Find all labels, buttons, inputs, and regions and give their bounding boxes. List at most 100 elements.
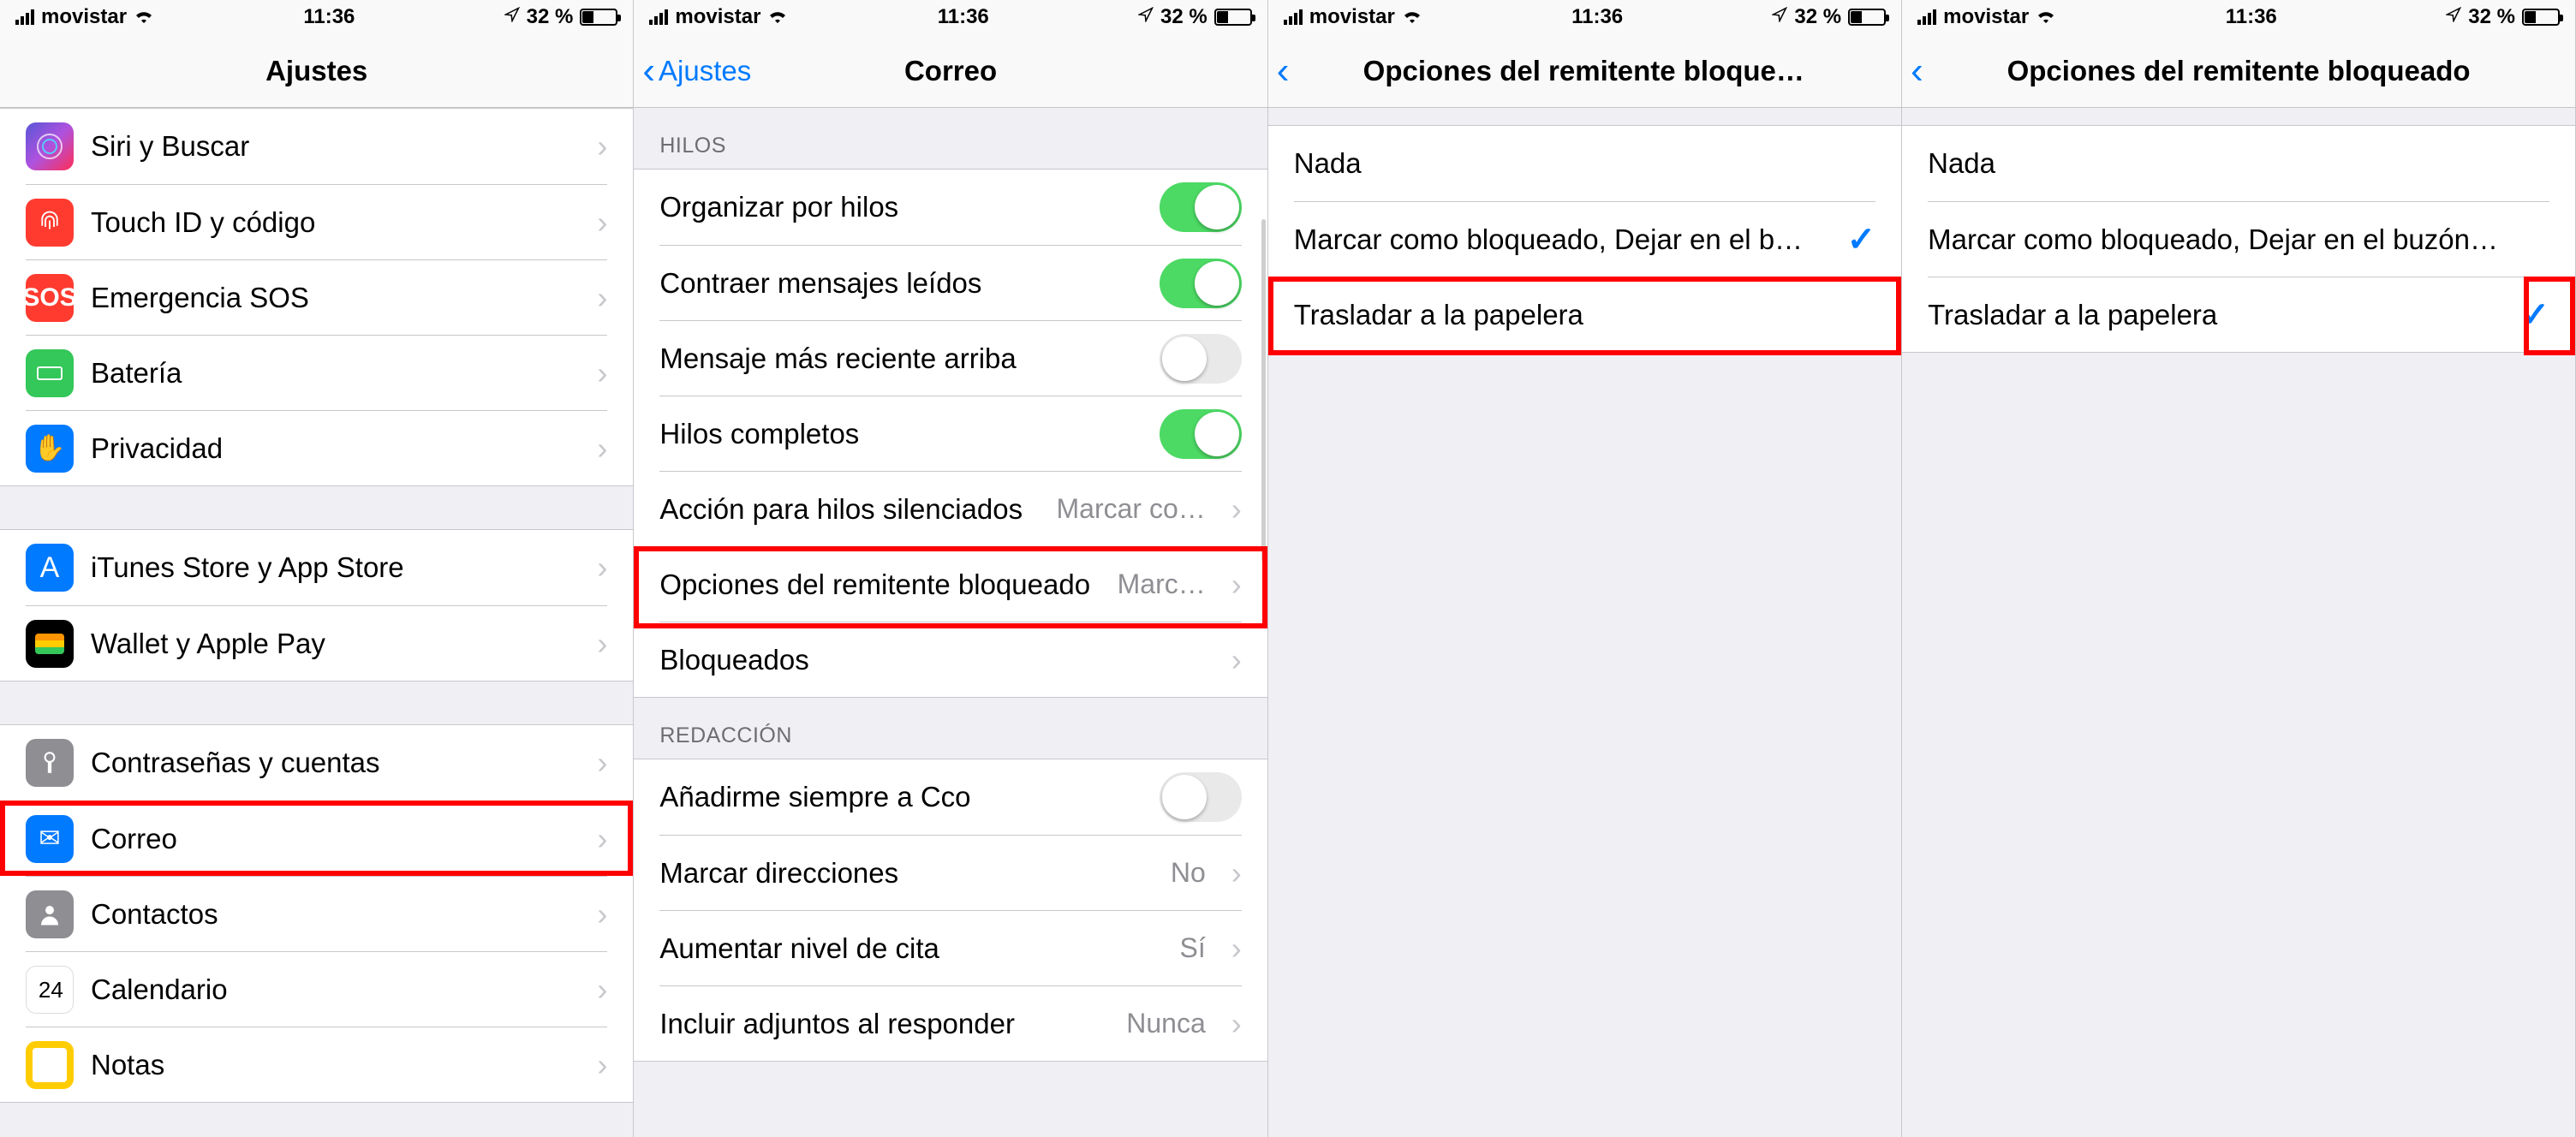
settings-row[interactable]: Contraer mensajes leídos [634, 245, 1267, 320]
page-title: Opciones del remitente bloqueado [2007, 55, 2471, 87]
chevron-right-icon: › [1231, 931, 1242, 967]
battery-pct: 32 % [1794, 5, 1841, 29]
row-label: Trasladar a la papelera [1928, 299, 2498, 331]
settings-row[interactable]: Hilos completos [634, 396, 1267, 471]
chevron-right-icon: › [1231, 1006, 1242, 1042]
settings-row[interactable]: Batería› [0, 335, 633, 410]
scrollbar[interactable] [1261, 219, 1266, 562]
toggle-switch[interactable] [1160, 259, 1242, 308]
settings-row[interactable]: Organizar por hilos [634, 170, 1267, 245]
settings-row[interactable]: Nada [1268, 126, 1901, 201]
settings-row[interactable]: Touch ID y código› [0, 184, 633, 259]
settings-row[interactable]: Trasladar a la papelera✓ [1902, 277, 2575, 352]
settings-row[interactable]: Marcar como bloqueado, Dejar en el b…✓ [1268, 201, 1901, 277]
chevron-right-icon: › [597, 972, 607, 1008]
settings-row[interactable]: Bloqueados› [634, 622, 1267, 697]
toggle-switch[interactable] [1160, 334, 1242, 384]
row-label: iTunes Store y App Store [91, 551, 571, 584]
section-header-hilos: Hilos [634, 108, 1267, 169]
options-list[interactable]: Nada Marcar como bloqueado, Dejar en el b… [1902, 108, 2575, 1137]
settings-row[interactable]: ✉Correo› [0, 801, 633, 876]
page-title: Ajustes [265, 55, 367, 87]
location-icon [504, 7, 520, 27]
row-label: Aumentar nivel de cita [659, 932, 1162, 965]
battery-pct: 32 % [1160, 5, 1208, 29]
clock: 11:36 [2226, 5, 2277, 29]
panel-blocked-options-before: movistar 11:36 32 % ‹ Opciones del remit… [1268, 0, 1902, 1137]
battery-icon [1214, 9, 1252, 26]
settings-row[interactable]: Siri y Buscar› [0, 109, 633, 184]
nav-bar: ‹ Ajustes Correo [634, 34, 1267, 108]
status-bar: movistar 11:36 32 % [1902, 0, 2575, 34]
settings-row[interactable]: Nada [1902, 126, 2575, 201]
signal-icon [649, 9, 668, 25]
carrier-label: movistar [1309, 5, 1395, 29]
chevron-right-icon: › [597, 896, 607, 932]
settings-row[interactable]: Contraseñas y cuentas› [0, 725, 633, 801]
chevron-right-icon: › [597, 821, 607, 857]
settings-row[interactable]: Mensaje más reciente arriba [634, 320, 1267, 396]
toggle-switch[interactable] [1160, 772, 1242, 822]
toggle-switch[interactable] [1160, 182, 1242, 232]
nav-bar: ‹ Opciones del remitente bloqueado [1268, 34, 1901, 108]
location-icon [2446, 7, 2461, 27]
battery-icon [1848, 9, 1886, 26]
status-bar: movistar 11:36 32 % [634, 0, 1267, 34]
chevron-left-icon: ‹ [642, 52, 655, 90]
chevron-right-icon: › [597, 355, 607, 391]
chevron-right-icon: › [1231, 567, 1242, 603]
app-icon [26, 739, 74, 787]
battery-pct: 32 % [527, 5, 574, 29]
options-list[interactable]: NadaMarcar como bloqueado, Dejar en el b… [1268, 108, 1901, 1137]
settings-row[interactable]: Marcar como bloqueado, Dejar en el buzón… [1902, 201, 2575, 277]
settings-row[interactable]: Incluir adjuntos al responderNunca› [634, 985, 1267, 1061]
settings-row[interactable]: Notas› [0, 1027, 633, 1102]
settings-row[interactable]: Contactos› [0, 876, 633, 951]
checkmark-icon: ✓ [1841, 220, 1875, 259]
toggle-switch[interactable] [1160, 409, 1242, 459]
settings-row[interactable]: SOSEmergencia SOS› [0, 259, 633, 335]
nav-bar: ‹ Opciones del remitente bloqueado [1902, 34, 2575, 108]
settings-row[interactable]: Opciones del remitente bloqueadoMarc…› [634, 546, 1267, 622]
panel-ajustes: movistar 11:36 32 % Ajustes Siri y Busca… [0, 0, 634, 1137]
settings-row[interactable]: Wallet y Apple Pay› [0, 605, 633, 681]
row-label: Calendario [91, 973, 571, 1006]
row-label: Organizar por hilos [659, 191, 1142, 223]
app-icon [26, 890, 74, 938]
row-detail: No [1171, 857, 1206, 889]
clock: 11:36 [938, 5, 989, 29]
row-label: Correo [91, 823, 571, 855]
row-label: Mensaje más reciente arriba [659, 342, 1142, 375]
carrier-label: movistar [1943, 5, 2029, 29]
row-label: Trasladar a la papelera [1294, 299, 1824, 331]
settings-row[interactable]: ✋Privacidad› [0, 410, 633, 485]
row-label: Incluir adjuntos al responder [659, 1008, 1109, 1040]
location-icon [1138, 7, 1154, 27]
back-button[interactable]: ‹ [1911, 34, 1923, 107]
row-label: Acción para hilos silenciados [659, 493, 1039, 526]
battery-icon [580, 9, 617, 26]
settings-row[interactable]: 24 Calendario › [0, 951, 633, 1027]
section-header-redaccion: Redacción [634, 698, 1267, 759]
back-button[interactable]: ‹ Ajustes [642, 34, 751, 107]
settings-row[interactable]: Acción para hilos silenciadosMarcar co…› [634, 471, 1267, 546]
row-detail: Marcar co… [1057, 493, 1206, 525]
status-bar: movistar 11:36 32 % [1268, 0, 1901, 34]
settings-list[interactable]: Siri y Buscar›Touch ID y código›SOSEmerg… [0, 108, 633, 1137]
battery-icon [2522, 9, 2560, 26]
settings-row[interactable]: AiTunes Store y App Store› [0, 530, 633, 605]
wifi-icon [134, 6, 154, 28]
row-detail: Sí [1180, 932, 1206, 964]
clock: 11:36 [1571, 5, 1623, 29]
mail-settings-list[interactable]: Hilos Organizar por hilos Contraer mensaj… [634, 108, 1267, 1137]
settings-row[interactable]: Trasladar a la papelera [1268, 277, 1901, 352]
back-button[interactable]: ‹ [1277, 34, 1290, 107]
row-label: Contraseñas y cuentas [91, 747, 571, 779]
app-icon: 24 [26, 966, 74, 1014]
settings-row[interactable]: Marcar direccionesNo› [634, 835, 1267, 910]
app-icon [26, 620, 74, 668]
settings-row[interactable]: Aumentar nivel de cita Sí › [634, 910, 1267, 985]
row-label: Nada [1928, 147, 2498, 180]
row-label: Wallet y Apple Pay [91, 628, 571, 660]
settings-row[interactable]: Añadirme siempre a Cco [634, 759, 1267, 835]
